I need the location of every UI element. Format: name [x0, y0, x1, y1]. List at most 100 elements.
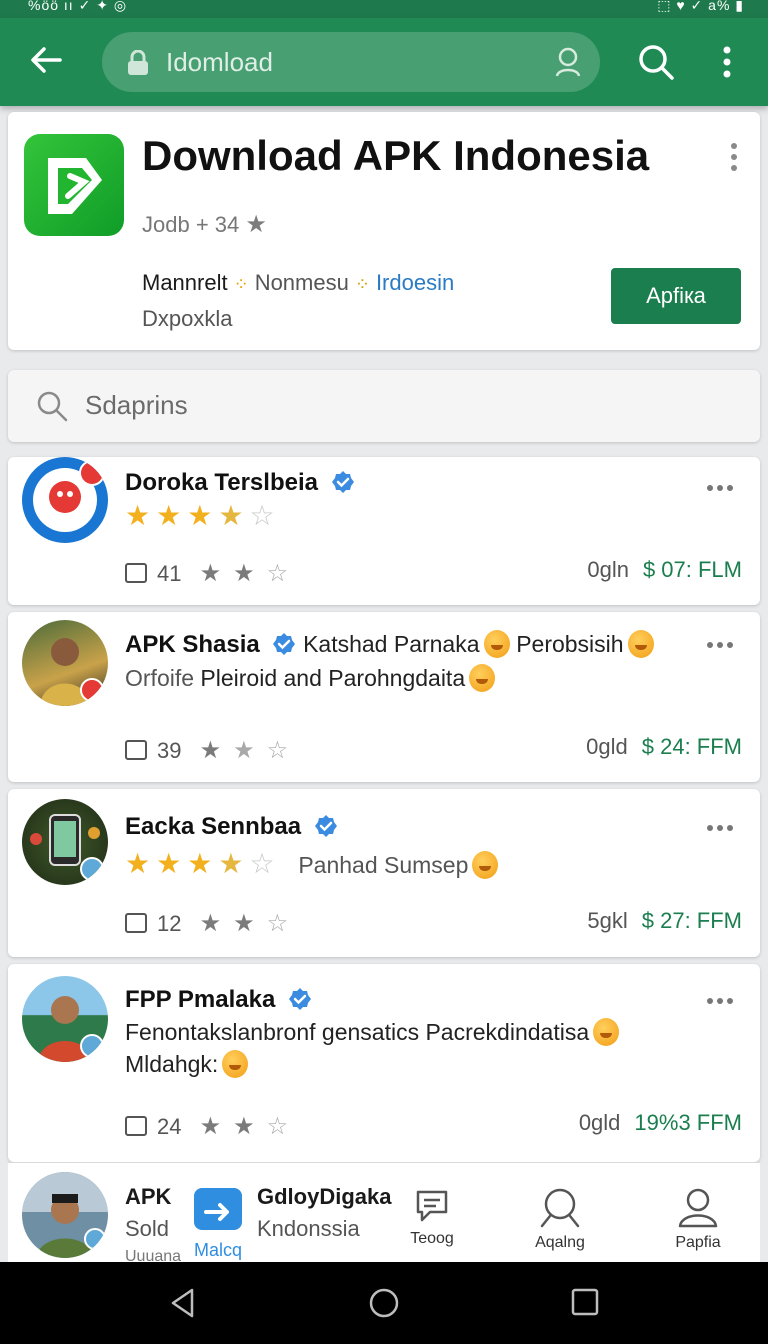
desc-line-1: Fenontakslanbronf gensatics Pacrekdindat… [125, 1019, 590, 1045]
badge-icon [84, 1228, 106, 1250]
item-right-label: 5gkl [587, 908, 628, 933]
item-title[interactable]: APK Shasia [125, 631, 260, 658]
star-empty-icon: ☆ [266, 737, 289, 764]
rating-text: Jodb + 34 [142, 212, 240, 237]
star-icon: ★ [125, 500, 157, 531]
app-bar: Idomload [0, 18, 768, 106]
list-item[interactable]: Eacka Sennbaa ★★★★☆ Panhad Sumsep 12 ★ ★ ☆… [8, 789, 760, 957]
avatar [22, 976, 108, 1062]
verified-icon [273, 633, 296, 655]
rating-stars: ★★★★☆ [125, 499, 281, 532]
rating-caption: Panhad Sumsep [298, 852, 469, 878]
star-icon: ★ [199, 1113, 222, 1140]
item-description: Orfoife Pleiroid and Parohngdaita [125, 664, 496, 692]
item-price[interactable]: $ 24: FFM [642, 734, 742, 759]
item-more-icon[interactable] [706, 819, 734, 831]
star-empty-icon: ☆ [266, 910, 289, 937]
search-placeholder: Sdaprins [85, 390, 188, 420]
meta-item-1[interactable]: Mannrelt [142, 270, 228, 295]
avatar-photo [40, 638, 104, 706]
status-bar: %öö ıı ✓ ✦ ◎ ⬚ ♥ ✓ a% ▮ [0, 0, 768, 18]
list-item[interactable]: Doroka Terslbeia ★★★★☆ 41 ★ ★ ☆ 0gln $ 07: … [8, 457, 760, 605]
item-price[interactable]: 19%3 FFM [634, 1110, 742, 1135]
install-button[interactable]: Apfiкa [611, 268, 741, 324]
smile-emoji-icon [593, 1018, 620, 1046]
star-icon: ★ [125, 848, 157, 879]
comment-icon [125, 913, 147, 933]
item-title[interactable]: Doroka Terslbeia [125, 469, 318, 496]
item-footer: 24 ★ ★ ☆ [125, 1112, 288, 1141]
dot-icon: ⁘ [233, 274, 249, 294]
tab-chat[interactable]: Teoog [392, 1186, 472, 1248]
avatar [22, 457, 108, 543]
item-more-icon[interactable] [706, 479, 734, 491]
item-count: 41 [157, 561, 182, 586]
star-icon: ★ [199, 560, 222, 587]
search-icon[interactable] [636, 42, 676, 82]
item-footer: 41 ★ ★ ☆ [125, 559, 288, 588]
star-icon: ★ [199, 737, 222, 764]
status-right-icons: ⬚ ♥ ✓ a% ▮ [657, 0, 744, 13]
search-query-text: Idomload [166, 47, 273, 77]
verified-icon [331, 471, 354, 493]
item-right-label: 0gld [586, 734, 628, 759]
desc-rest: Pleiroid and Parohngdaita [200, 665, 466, 691]
list-item[interactable]: FPP Pmalaka Fenontakslanbronf gensatics … [8, 964, 760, 1162]
item-price[interactable]: $ 27: FFM [642, 908, 742, 933]
item-more-icon[interactable] [706, 992, 734, 1004]
avatar [22, 1172, 108, 1258]
smile-emoji-icon [483, 630, 510, 658]
star-icon: ★ [156, 848, 188, 879]
avatar [22, 799, 108, 885]
search-icon [540, 1188, 580, 1228]
chat-icon [416, 1190, 448, 1222]
search-bar[interactable]: Sdaprins [8, 370, 760, 442]
entry-title[interactable]: APK [125, 1184, 171, 1210]
comment-icon [125, 563, 147, 583]
status-left-icons: %öö ıı ✓ ✦ ◎ [28, 0, 128, 13]
star-half-icon: ★ [218, 848, 250, 879]
address-search-field[interactable]: Idomload [102, 32, 600, 92]
item-more-icon[interactable] [706, 636, 734, 648]
tab-profile[interactable]: Papfia [658, 1186, 738, 1252]
header-more-icon[interactable] [730, 142, 738, 172]
item-right-label: 0gld [578, 1110, 621, 1135]
recents-square-icon[interactable] [570, 1287, 600, 1317]
entry-subtitle: Sold [125, 1216, 170, 1241]
desc-first-word: Orfoife [125, 665, 195, 691]
comment-icon [125, 740, 147, 760]
tab-search[interactable]: Aqalng [520, 1186, 600, 1252]
item-title[interactable]: FPP Pmalaka [125, 986, 275, 1013]
header-subtitle: Dxpoxkla [142, 306, 233, 331]
mail-app-icon[interactable] [194, 1188, 242, 1230]
app-logo-icon [48, 158, 102, 214]
mail-label[interactable]: Malcq [194, 1240, 242, 1261]
item-title[interactable]: Eacka Sennbaa [125, 813, 301, 840]
meta-item-3[interactable]: Irdoesin [376, 270, 454, 295]
meta-item-2[interactable]: Nonmesu [255, 270, 349, 295]
home-circle-icon[interactable] [368, 1287, 400, 1319]
account-icon[interactable] [554, 46, 582, 78]
star-empty-icon: ☆ [249, 848, 281, 879]
item-description: Fenontakslanbronf gensatics Pacrekdindat… [125, 1018, 620, 1046]
item-right-label: 0gln [587, 557, 629, 582]
item-name: Doroka Terslbeia [125, 469, 355, 497]
back-arrow-icon[interactable] [26, 40, 66, 80]
comment-icon [125, 1116, 147, 1136]
star-icon: ★ [156, 500, 188, 531]
star-icon: ★ [187, 500, 219, 531]
list-item[interactable]: APK Shasia Katshad Parnaka Perobsisih Or… [8, 612, 760, 782]
avatar-photo [38, 996, 104, 1062]
smile-emoji-icon [627, 630, 654, 658]
entry2-title[interactable]: GdloyDigaka [257, 1184, 391, 1210]
app-icon [30, 814, 104, 881]
more-vert-icon[interactable] [712, 42, 742, 82]
back-triangle-icon[interactable] [168, 1287, 198, 1319]
search-icon [37, 391, 68, 422]
smile-emoji-icon [472, 851, 499, 879]
item-name: Eacka Sennbaa [125, 813, 338, 841]
star-icon: ★ [199, 910, 222, 937]
item-footer: 39 ★ ★ ☆ [125, 736, 288, 765]
item-price[interactable]: $ 07: FLM [643, 557, 742, 582]
star-half-icon: ★ [233, 737, 255, 764]
